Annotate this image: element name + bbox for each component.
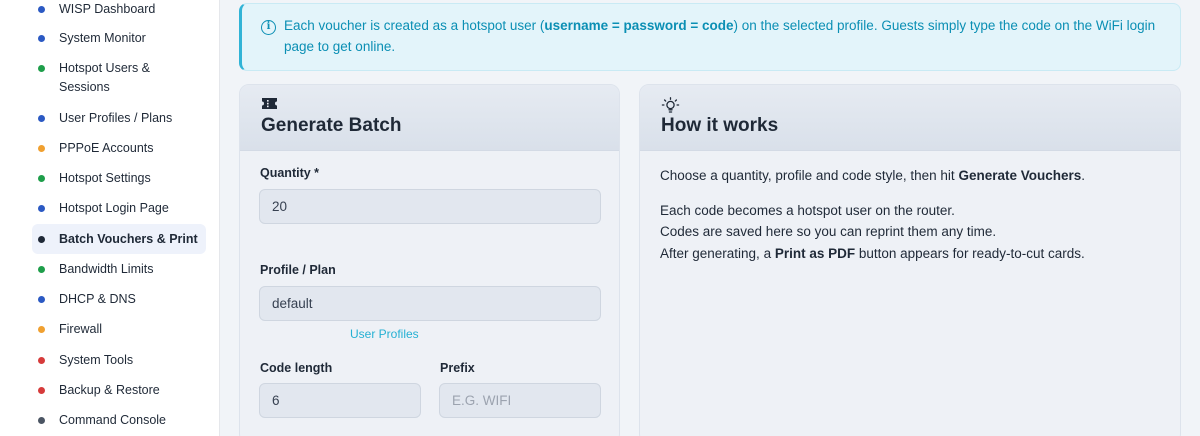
sidebar: WISP Dashboard System Monitor Hotspot Us… — [0, 0, 220, 436]
how-it-works-card: How it works Choose a quantity, profile … — [639, 84, 1181, 436]
info-alert: i Each voucher is created as a hotspot u… — [239, 3, 1181, 71]
alert-text-bold: username = password = code — [544, 18, 734, 33]
profile-select[interactable]: default — [259, 286, 601, 321]
prefix-label: Prefix — [440, 361, 475, 375]
status-dot-icon — [38, 326, 45, 333]
status-dot-icon — [38, 387, 45, 394]
alert-text-start: Each voucher is created as a hotspot use… — [284, 18, 545, 33]
profile-label: Profile / Plan — [260, 263, 336, 277]
how-it-works-body: Choose a quantity, profile and code styl… — [660, 165, 1085, 277]
sidebar-item-label: PPPoE Accounts — [59, 141, 154, 155]
status-dot-icon — [38, 205, 45, 212]
sidebar-item-hotspot-settings[interactable]: Hotspot Settings — [32, 169, 206, 188]
status-dot-icon — [38, 417, 45, 424]
status-dot-icon — [38, 175, 45, 182]
sidebar-item-backup-restore[interactable]: Backup & Restore — [32, 381, 206, 400]
sidebar-item-bandwidth-limits[interactable]: Bandwidth Limits — [32, 260, 206, 279]
details-line-1: Each code becomes a hotspot user on the … — [660, 202, 955, 218]
sidebar-item-label: System Tools — [59, 353, 134, 367]
sidebar-item-batch-vouchers[interactable]: Batch Vouchers & Print — [32, 224, 206, 254]
quantity-input[interactable]: 20 — [259, 189, 601, 224]
sidebar-item-firewall[interactable]: Firewall — [32, 320, 206, 339]
status-dot-icon — [38, 6, 45, 13]
sidebar-item-command-console[interactable]: Command Console — [32, 411, 206, 430]
sidebar-item-label: WISP Dashboard — [59, 2, 156, 16]
quantity-label: Quantity * — [260, 166, 320, 180]
user-profiles-link[interactable]: User Profiles — [350, 327, 419, 341]
card-title: How it works — [661, 115, 779, 136]
status-dot-icon — [38, 35, 45, 42]
card-header: How it works — [640, 85, 1180, 151]
generate-batch-card: Generate Batch Quantity * 20 Profile / P… — [239, 84, 620, 436]
sidebar-item-hotspot-users[interactable]: Hotspot Users & Sessions — [32, 59, 206, 97]
generate-vouchers-mention: Generate Vouchers — [958, 168, 1082, 183]
sidebar-item-label: User Profiles / Plans — [59, 111, 173, 125]
sidebar-item-label: System Monitor — [59, 31, 146, 45]
instructions-end: . — [1081, 168, 1086, 183]
sidebar-item-label: DHCP & DNS — [59, 292, 136, 306]
print-pdf-mention: Print as PDF — [774, 245, 856, 261]
ticket-icon — [261, 97, 278, 115]
code-length-input[interactable]: 6 — [259, 383, 421, 418]
sidebar-item-label: Hotspot Login Page — [59, 201, 169, 215]
card-header: Generate Batch — [240, 85, 619, 151]
status-dot-icon — [38, 296, 45, 303]
sidebar-item-label: Firewall — [59, 322, 103, 336]
sidebar-item-system-tools[interactable]: System Tools — [32, 351, 206, 370]
sidebar-item-user-profiles[interactable]: User Profiles / Plans — [32, 109, 206, 128]
status-dot-icon — [38, 65, 45, 72]
info-icon: i — [261, 20, 276, 35]
status-dot-icon — [38, 357, 45, 364]
instructions-text: Choose a quantity, profile and code styl… — [660, 168, 959, 183]
sidebar-item-wisp-dashboard[interactable]: WISP Dashboard — [32, 0, 206, 19]
sidebar-item-label: Command Console — [59, 413, 166, 427]
status-dot-icon — [38, 235, 45, 243]
sidebar-item-label: Hotspot Users & Sessions — [59, 61, 151, 94]
sidebar-item-label: Bandwidth Limits — [59, 262, 154, 276]
sidebar-item-label: Batch Vouchers & Print — [59, 231, 198, 246]
prefix-input[interactable]: E.G. WIFI — [439, 383, 601, 418]
sidebar-item-system-monitor[interactable]: System Monitor — [32, 29, 206, 48]
details-paragraph: Each code becomes a hotspot user on the … — [660, 200, 1085, 265]
sidebar-item-pppoe-accounts[interactable]: PPPoE Accounts — [32, 139, 206, 158]
details-line-3-end: button appears for ready-to-cut cards. — [855, 245, 1085, 261]
code-length-label: Code length — [260, 361, 333, 375]
sidebar-item-dhcp-dns[interactable]: DHCP & DNS — [32, 290, 206, 309]
status-dot-icon — [38, 266, 45, 273]
instructions-paragraph: Choose a quantity, profile and code styl… — [660, 165, 1085, 187]
sidebar-item-label: Hotspot Settings — [59, 171, 151, 185]
sidebar-item-hotspot-login-page[interactable]: Hotspot Login Page — [32, 199, 206, 218]
details-line-2: Codes are saved here so you can reprint … — [660, 224, 997, 239]
card-title: Generate Batch — [261, 115, 402, 136]
sidebar-item-label: Backup & Restore — [59, 383, 160, 397]
status-dot-icon — [38, 145, 45, 152]
details-line-3: After generating, a — [660, 245, 775, 261]
status-dot-icon — [38, 115, 45, 122]
